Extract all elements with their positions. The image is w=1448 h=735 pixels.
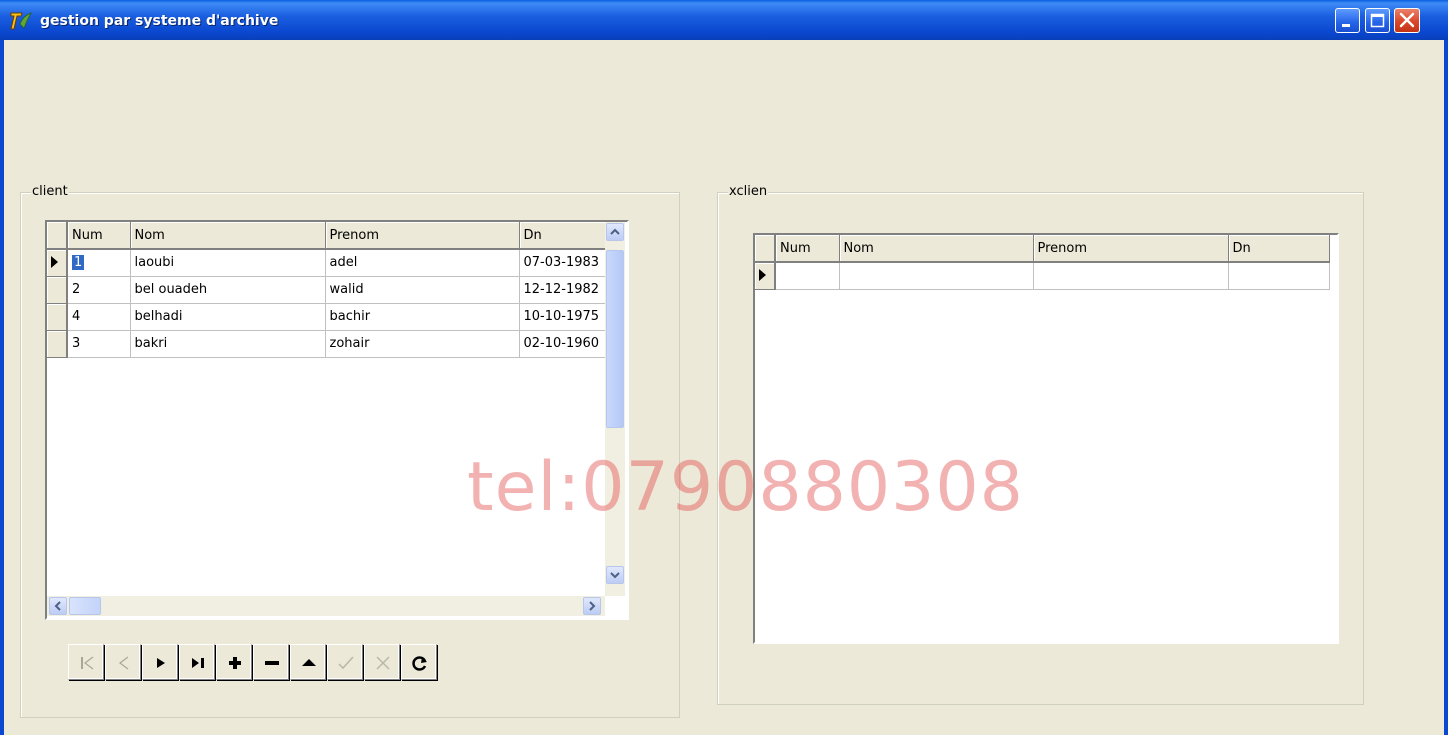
xclient-grid[interactable]: Num Nom Prenom Dn bbox=[753, 233, 1339, 644]
xclient-header-row: Num Nom Prenom Dn bbox=[755, 235, 1330, 263]
column-header-prenom[interactable]: Prenom bbox=[325, 222, 520, 250]
client-vertical-scrollbar[interactable] bbox=[605, 222, 625, 596]
cell-prenom[interactable] bbox=[1033, 262, 1229, 290]
client-table: Num Nom Prenom Dn 1 laoubi adel 07-03-19… bbox=[47, 222, 608, 358]
cell-nom[interactable]: laoubi bbox=[130, 249, 326, 277]
client-grid[interactable]: Num Nom Prenom Dn 1 laoubi adel 07-03-19… bbox=[45, 220, 629, 620]
minimize-button[interactable] bbox=[1335, 8, 1360, 33]
maximize-button[interactable] bbox=[1365, 8, 1390, 33]
client-horizontal-scrollbar[interactable] bbox=[47, 596, 605, 616]
table-row[interactable]: 1 laoubi adel 07-03-1983 bbox=[47, 249, 608, 277]
indicator-header bbox=[755, 235, 776, 263]
close-button[interactable] bbox=[1394, 8, 1420, 33]
vertical-scroll-thumb[interactable] bbox=[606, 250, 624, 428]
current-row-pointer-icon bbox=[51, 255, 58, 268]
cell-nom[interactable]: belhadi bbox=[130, 303, 326, 331]
client-legend: client bbox=[31, 184, 69, 199]
cell-num[interactable]: 4 bbox=[67, 303, 131, 331]
column-header-prenom[interactable]: Prenom bbox=[1033, 235, 1229, 263]
refresh-record-button[interactable] bbox=[401, 644, 437, 680]
row-indicator[interactable] bbox=[47, 330, 68, 358]
edit-up-icon bbox=[302, 659, 316, 666]
minus-icon bbox=[265, 661, 279, 665]
cell-nom[interactable]: bel ouadeh bbox=[130, 276, 326, 304]
chevron-up-icon bbox=[610, 228, 620, 235]
column-header-nom[interactable]: Nom bbox=[839, 235, 1034, 263]
row-indicator[interactable] bbox=[755, 262, 776, 290]
row-indicator[interactable] bbox=[47, 303, 68, 331]
xclient-legend: xclien bbox=[728, 184, 769, 199]
plus-icon bbox=[229, 657, 241, 669]
cell-prenom[interactable]: zohair bbox=[325, 330, 520, 358]
cell-dn[interactable]: 07-03-1983 bbox=[519, 249, 608, 277]
row-indicator[interactable] bbox=[47, 276, 68, 304]
check-icon bbox=[338, 656, 354, 670]
window-frame-right bbox=[1444, 40, 1448, 735]
indicator-header bbox=[47, 222, 68, 250]
cell-num[interactable]: 2 bbox=[67, 276, 131, 304]
chevron-right-icon bbox=[589, 601, 596, 611]
window-title: gestion par systeme d'archive bbox=[40, 13, 279, 29]
scroll-right-button[interactable] bbox=[583, 597, 601, 615]
table-row[interactable] bbox=[755, 262, 1330, 290]
client-header-row: Num Nom Prenom Dn bbox=[47, 222, 608, 250]
window-frame-left bbox=[0, 40, 4, 735]
chevron-left-icon bbox=[54, 601, 61, 611]
close-icon bbox=[1399, 12, 1415, 28]
last-icon bbox=[192, 658, 204, 668]
column-header-num[interactable]: Num bbox=[775, 235, 840, 263]
cell-dn[interactable]: 12-12-1982 bbox=[519, 276, 608, 304]
next-record-button[interactable] bbox=[142, 644, 178, 680]
cell-nom[interactable] bbox=[839, 262, 1034, 290]
cell-dn[interactable]: 10-10-1975 bbox=[519, 303, 608, 331]
column-header-num[interactable]: Num bbox=[67, 222, 131, 250]
horizontal-scroll-thumb[interactable] bbox=[69, 597, 101, 615]
minimize-icon bbox=[1342, 24, 1350, 27]
cancel-icon bbox=[376, 656, 390, 670]
cell-num[interactable]: 1 bbox=[67, 249, 131, 277]
prior-record-button[interactable] bbox=[105, 644, 141, 680]
last-record-button[interactable] bbox=[179, 644, 215, 680]
cell-prenom[interactable]: adel bbox=[325, 249, 520, 277]
chevron-down-icon bbox=[610, 572, 620, 579]
maximize-icon bbox=[1370, 13, 1385, 28]
edit-record-button[interactable] bbox=[290, 644, 326, 680]
cell-num[interactable]: 3 bbox=[67, 330, 131, 358]
table-row[interactable]: 4 belhadi bachir 10-10-1975 bbox=[47, 303, 608, 331]
cell-num[interactable] bbox=[775, 262, 840, 290]
selected-cell-text: 1 bbox=[70, 254, 86, 272]
row-indicator[interactable] bbox=[47, 249, 68, 277]
insert-record-button[interactable] bbox=[216, 644, 252, 680]
cancel-record-button[interactable] bbox=[364, 644, 400, 680]
cell-dn[interactable]: 02-10-1960 bbox=[519, 330, 608, 358]
column-header-dn[interactable]: Dn bbox=[1228, 235, 1330, 263]
delphi-app-icon bbox=[10, 12, 32, 30]
post-record-button[interactable] bbox=[327, 644, 363, 680]
scroll-up-button[interactable] bbox=[606, 223, 624, 241]
delete-record-button[interactable] bbox=[253, 644, 289, 680]
first-record-button[interactable] bbox=[68, 644, 104, 680]
title-bar[interactable]: gestion par systeme d'archive bbox=[0, 0, 1448, 40]
column-header-nom[interactable]: Nom bbox=[130, 222, 326, 250]
table-row[interactable]: 2 bel ouadeh walid 12-12-1982 bbox=[47, 276, 608, 304]
first-icon bbox=[81, 656, 94, 670]
prior-icon bbox=[119, 656, 129, 670]
cell-prenom[interactable]: bachir bbox=[325, 303, 520, 331]
current-row-pointer-icon bbox=[759, 268, 766, 281]
next-icon bbox=[157, 658, 165, 668]
column-header-dn[interactable]: Dn bbox=[519, 222, 608, 250]
cell-dn[interactable] bbox=[1228, 262, 1330, 290]
refresh-icon bbox=[412, 656, 427, 671]
phone-watermark: tel:0790880308 bbox=[467, 448, 1024, 527]
table-row[interactable]: 3 bakri zohair 02-10-1960 bbox=[47, 330, 608, 358]
xclient-table: Num Nom Prenom Dn bbox=[755, 235, 1330, 290]
scroll-left-button[interactable] bbox=[49, 597, 67, 615]
cell-nom[interactable]: bakri bbox=[130, 330, 326, 358]
scroll-down-button[interactable] bbox=[606, 566, 624, 584]
cell-prenom[interactable]: walid bbox=[325, 276, 520, 304]
